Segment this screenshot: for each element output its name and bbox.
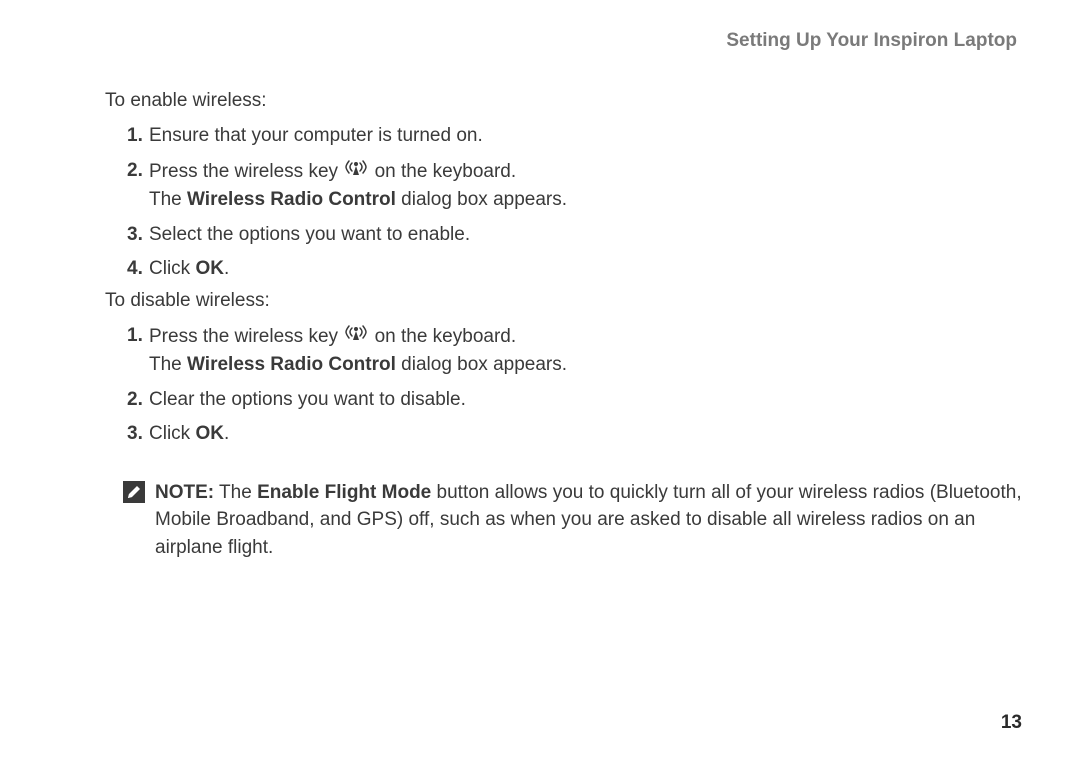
step-text: Press the wireless key (149, 325, 343, 346)
list-number: 3. (127, 420, 143, 449)
step-bold: Wireless Radio Control (187, 354, 396, 375)
page-number: 13 (1001, 712, 1022, 734)
step-text: dialog box appears. (396, 354, 567, 375)
note-block: NOTE: The Enable Flight Mode button allo… (105, 479, 1025, 562)
list-item: 1. Press the wireless key on the keyboar… (127, 322, 1025, 380)
list-item: 2. Press the wireless key on the keyboar… (127, 157, 1025, 215)
step-text: Press the wireless key (149, 160, 343, 181)
page-header-title: Setting Up Your Inspiron Laptop (105, 30, 1025, 52)
step-text: Ensure that your computer is turned on. (149, 125, 483, 146)
step-text: . (224, 258, 229, 279)
list-item: 2. Clear the options you want to disable… (127, 386, 1025, 415)
list-item: 3. Click OK. (127, 420, 1025, 449)
wireless-key-icon (345, 157, 367, 187)
enable-steps-list: 1. Ensure that your computer is turned o… (105, 122, 1025, 284)
step-text: . (224, 423, 229, 444)
step-text: on the keyboard. (375, 160, 517, 181)
step-text: Clear the options you want to disable. (149, 389, 466, 410)
note-label: NOTE: (155, 482, 214, 503)
step-bold: OK (195, 423, 224, 444)
step-text: The (149, 354, 187, 375)
step-bold: Wireless Radio Control (187, 189, 396, 210)
step-text: on the keyboard. (375, 325, 517, 346)
step-text: Click (149, 258, 195, 279)
disable-intro: To disable wireless: (105, 290, 1025, 312)
step-bold: OK (195, 258, 224, 279)
step-text: dialog box appears. (396, 189, 567, 210)
note-text: NOTE: The Enable Flight Mode button allo… (155, 479, 1025, 562)
list-item: 3. Select the options you want to enable… (127, 221, 1025, 250)
note-pencil-icon (123, 481, 145, 503)
list-item: 4. Click OK. (127, 255, 1025, 284)
enable-intro: To enable wireless: (105, 90, 1025, 112)
note-prefix: The (214, 482, 257, 503)
step-text: Click (149, 423, 195, 444)
list-item: 1. Ensure that your computer is turned o… (127, 122, 1025, 151)
note-bold: Enable Flight Mode (257, 482, 431, 503)
list-number: 3. (127, 221, 143, 250)
disable-steps-list: 1. Press the wireless key on the keyboar… (105, 322, 1025, 449)
list-number: 4. (127, 255, 143, 284)
list-number: 2. (127, 386, 143, 415)
step-text: Select the options you want to enable. (149, 224, 470, 245)
list-number: 1. (127, 122, 143, 151)
list-number: 1. (127, 322, 143, 351)
wireless-key-icon (345, 322, 367, 352)
list-number: 2. (127, 157, 143, 186)
step-text: The (149, 189, 187, 210)
